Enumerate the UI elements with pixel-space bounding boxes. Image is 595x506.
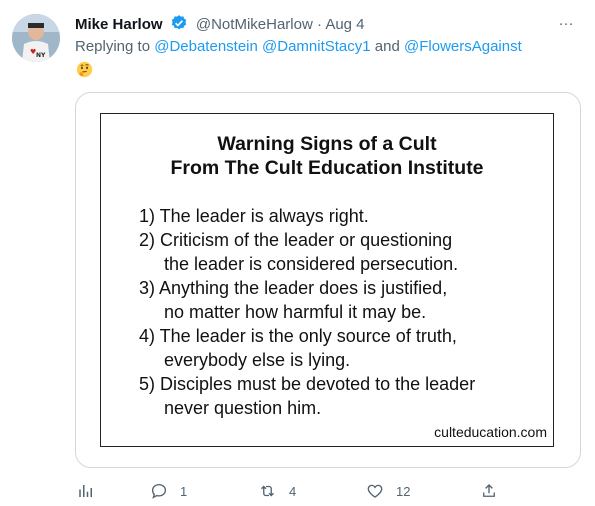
- list-item-continuation: no matter how harmful it may be.: [164, 302, 427, 322]
- share-button[interactable]: [480, 480, 498, 502]
- retweet-button[interactable]: 4: [258, 480, 296, 502]
- retweet-count: 4: [289, 483, 297, 499]
- thinking-face-emoji-icon: [76, 61, 93, 78]
- list-item: 1) The leader is always right.: [139, 206, 369, 226]
- author-name[interactable]: Mike Harlow: [75, 16, 163, 33]
- list-item-continuation: the leader is considered persecution.: [164, 254, 459, 274]
- header-separator: ·: [316, 16, 322, 33]
- reply-count: 1: [180, 483, 188, 499]
- image-source-text: culteducation.com: [434, 424, 547, 440]
- tweet-actions: 1 4 12: [75, 480, 515, 502]
- warning-signs-list: 1) The leader is always right. 2) Critic…: [139, 204, 543, 420]
- cult-warning-image: Warning Signs of a Cult From The Cult Ed…: [100, 113, 554, 447]
- analytics-icon: [79, 485, 92, 497]
- tweet-header: Mike Harlow @NotMikeHarlow · Aug 4 ···: [75, 14, 585, 36]
- reply-icon: [151, 483, 167, 499]
- list-item: 3) Anything the leader does is justified…: [139, 278, 448, 298]
- list-item: 2) Criticism of the leader or questionin…: [139, 230, 453, 250]
- list-item: 5) Disciples must be devoted to the lead…: [139, 374, 476, 394]
- list-item-continuation: everybody else is lying.: [164, 350, 351, 370]
- avatar-image-icon: ♥ NY: [12, 14, 60, 62]
- image-subtitle-line: From The Cult Education Institute: [170, 157, 484, 179]
- image-title: Warning Signs of a Cult From The Cult Ed…: [101, 132, 553, 180]
- reply-user-link[interactable]: @DamnitStacy1: [262, 38, 371, 55]
- svg-text:NY: NY: [36, 52, 46, 59]
- reply-user-link[interactable]: @FlowersAgainst: [404, 38, 522, 55]
- avatar[interactable]: ♥ NY: [12, 14, 60, 62]
- tweet-date[interactable]: Aug 4: [325, 16, 364, 33]
- reply-user-link[interactable]: @Debatenstein: [154, 38, 258, 55]
- reply-button[interactable]: 1: [150, 480, 187, 502]
- verified-badge-icon: [170, 14, 188, 38]
- author-handle[interactable]: @NotMikeHarlow: [196, 16, 313, 33]
- like-button[interactable]: 12: [366, 480, 410, 502]
- heart-icon: [367, 484, 383, 498]
- list-item: 4) The leader is the only source of trut…: [139, 326, 457, 346]
- replying-to-label: Replying to: [75, 38, 151, 55]
- more-options-icon[interactable]: ···: [555, 14, 577, 34]
- tweet-media[interactable]: Warning Signs of a Cult From The Cult Ed…: [75, 92, 581, 468]
- analytics-button[interactable]: [77, 480, 95, 502]
- list-item-continuation: never question him.: [164, 398, 322, 418]
- image-title-line: Warning Signs of a Cult: [217, 133, 437, 155]
- replying-to-line: Replying to @Debatenstein @DamnitStacy1 …: [75, 37, 522, 57]
- like-count: 12: [396, 483, 411, 499]
- retweet-icon: [261, 485, 274, 497]
- reply-conjunction: and: [374, 38, 400, 55]
- share-icon: [483, 484, 495, 497]
